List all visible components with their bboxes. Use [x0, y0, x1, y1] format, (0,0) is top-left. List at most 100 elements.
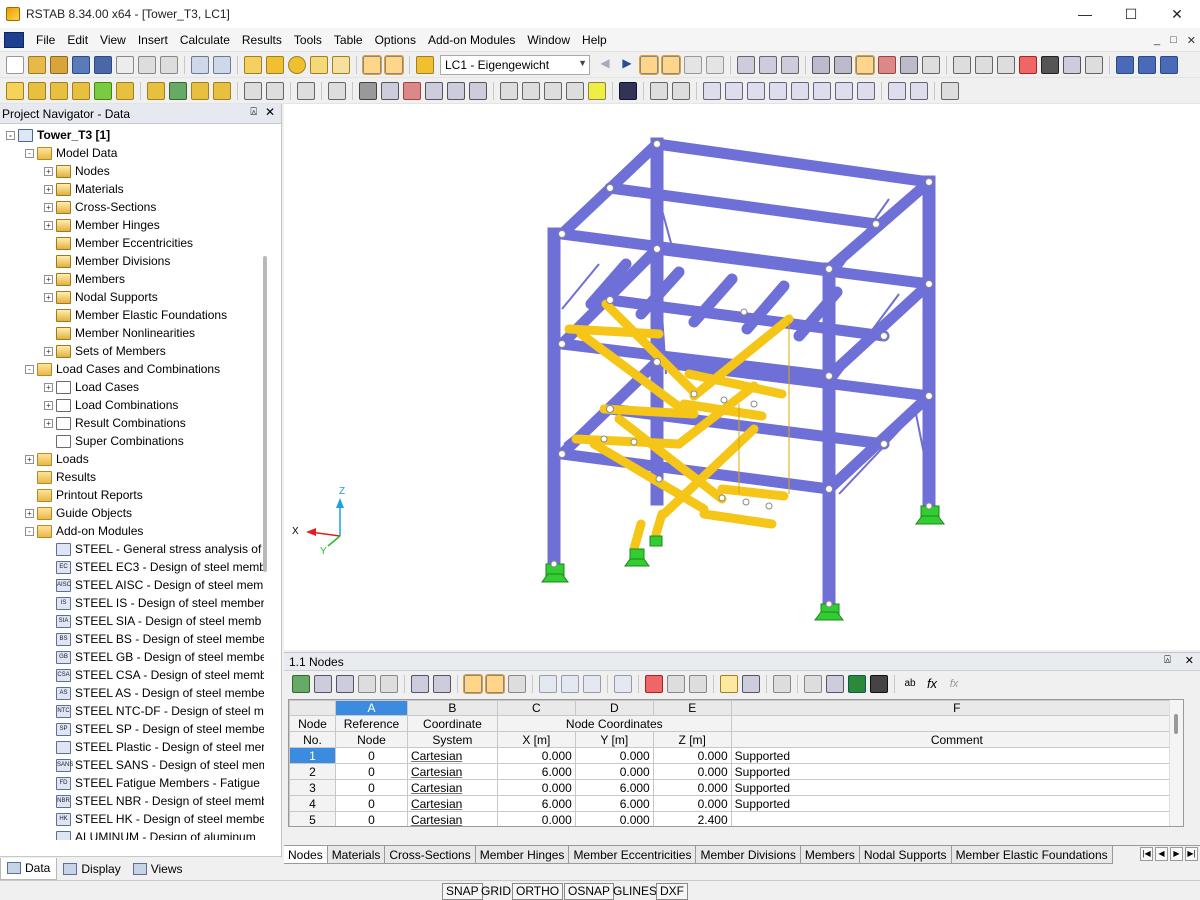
tree-item[interactable]: NTC STEEL NTC-DF - Design of steel m [44, 702, 264, 720]
y-coordinate-cell[interactable]: 0.000 [574, 811, 654, 826]
measure-icon[interactable] [922, 55, 940, 74]
tree-item[interactable]: Super Combinations [44, 432, 184, 450]
load-wizard-icon[interactable] [213, 81, 231, 100]
reference-node-cell[interactable]: 0 [334, 763, 408, 780]
result-diagram-icon[interactable] [888, 81, 906, 100]
table-sort-icon[interactable] [358, 675, 376, 693]
node-number-cell[interactable]: 3 [289, 779, 336, 796]
maximize-button[interactable]: ☐ [1108, 0, 1154, 28]
tab-data[interactable]: Data [0, 857, 58, 880]
node-number-cell[interactable]: 5 [289, 811, 336, 826]
menu-file[interactable]: File [30, 29, 61, 51]
tree-item[interactable]: Member Nonlinearities [44, 324, 195, 342]
grid-button[interactable]: GRID [477, 883, 515, 900]
reference-node-cell[interactable]: 0 [334, 779, 408, 796]
tree-item[interactable]: Printout Reports [25, 486, 143, 504]
result-vy-icon[interactable] [725, 81, 743, 100]
next-load-case-icon[interactable]: ▶ [618, 56, 636, 74]
tree-item[interactable]: + Nodes [44, 162, 110, 180]
osnap-button[interactable]: OSNAP [564, 883, 615, 900]
column-letter-c[interactable]: C [496, 700, 576, 716]
undo-icon[interactable] [191, 55, 209, 74]
model-grid-icon[interactable] [781, 55, 799, 74]
tree-item[interactable]: + Load Cases [44, 378, 139, 396]
table-row[interactable]: 1 0 Cartesian 0.000 0.000 0.000 Supported [289, 747, 1183, 764]
new-node-icon[interactable] [6, 81, 24, 100]
view-3d-icon[interactable] [359, 81, 377, 100]
navigator-scrollbar[interactable] [263, 256, 267, 572]
close-navigator-icon[interactable]: ✕ [265, 105, 275, 119]
tree-item[interactable]: IS STEEL IS - Design of steel member [44, 594, 264, 612]
column-letter-a[interactable]: A [334, 700, 408, 716]
table-edit-icon[interactable] [773, 675, 791, 693]
formula-icon[interactable]: fx [923, 675, 941, 693]
x-coordinate-cell[interactable]: 6.000 [496, 795, 576, 812]
menu-results[interactable]: Results [236, 29, 288, 51]
tree-item[interactable]: CSA STEEL CSA - Design of steel memb [44, 666, 264, 684]
node-number-cell[interactable]: 2 [289, 763, 336, 780]
z-coordinate-cell[interactable]: 0.000 [652, 779, 732, 796]
menu-calculate[interactable]: Calculate [174, 29, 236, 51]
tree-item[interactable]: STEEL - General stress analysis of s [44, 540, 264, 558]
ortho-button[interactable]: ORTHO [512, 883, 564, 900]
tree-item[interactable]: SIA STEEL SIA - Design of steel memb [44, 612, 261, 630]
result-my-icon[interactable] [791, 81, 809, 100]
z-coordinate-cell[interactable]: 0.000 [652, 763, 732, 780]
table-row[interactable]: 4 0 Cartesian 6.000 6.000 0.000 Supported [289, 795, 1183, 812]
result-n-icon[interactable] [703, 81, 721, 100]
sheet-tab-member-eccentricities[interactable]: Member Eccentricities [569, 846, 697, 864]
doc-close-button[interactable]: ✕ [1187, 34, 1196, 47]
display-options-icon[interactable] [588, 81, 606, 100]
save-all-icon[interactable] [72, 55, 90, 74]
structure-3d-view[interactable]: X Z Y [284, 104, 1200, 650]
tree-item[interactable]: NBR STEEL NBR - Design of steel memb [44, 792, 264, 810]
iso-view-icon[interactable] [425, 81, 443, 100]
sheet-tab-member-hinges[interactable]: Member Hinges [475, 846, 570, 864]
coordinate-system-cell[interactable]: Cartesian [406, 747, 498, 764]
print-icon[interactable] [138, 55, 156, 74]
expand-icon[interactable]: + [44, 184, 53, 194]
table-filter-icon[interactable] [380, 675, 398, 693]
dxf-button[interactable]: DXF [656, 883, 688, 900]
table-delete-row-icon[interactable] [561, 675, 579, 693]
hinge-icon[interactable] [116, 81, 134, 100]
select-icon[interactable] [900, 55, 918, 74]
table-row[interactable]: 2 0 Cartesian 6.000 0.000 0.000 Supported [289, 763, 1183, 780]
table-prev-icon[interactable] [411, 675, 429, 693]
excel-icon[interactable] [848, 675, 866, 693]
deformation-icon[interactable] [737, 55, 755, 74]
menu-view[interactable]: View [94, 29, 132, 51]
zoom-all-icon[interactable] [381, 81, 399, 100]
result-mz-icon[interactable] [813, 81, 831, 100]
y-coordinate-cell[interactable]: 6.000 [574, 795, 654, 812]
camera-icon[interactable] [1041, 55, 1059, 74]
member-load-icon[interactable] [169, 81, 187, 100]
y-coordinate-cell[interactable]: 0.000 [574, 747, 654, 764]
sheet-tab-cross-sections[interactable]: Cross-Sections [385, 846, 476, 864]
nodes-table[interactable]: A B C D E F Node Reference Coordinate No… [288, 699, 1184, 827]
menu-options[interactable]: Options [369, 29, 422, 51]
table-calculator-icon[interactable] [870, 675, 888, 693]
expand-icon[interactable]: + [44, 274, 53, 284]
save-icon[interactable] [94, 55, 112, 74]
tree-item[interactable]: GB STEEL GB - Design of steel membe [44, 648, 264, 666]
comment-cell[interactable]: Supported [730, 795, 1183, 812]
table-close-icon[interactable]: ✕ [1185, 654, 1194, 667]
export-icon[interactable] [1116, 55, 1134, 74]
minimize-button[interactable]: — [1062, 0, 1108, 28]
table-pin-icon[interactable]: ⍓ [1164, 654, 1171, 667]
column-letter-d[interactable]: D [574, 700, 654, 716]
menu-edit[interactable]: Edit [61, 29, 94, 51]
value-format-icon[interactable] [706, 55, 724, 74]
edit-icon[interactable] [244, 55, 262, 74]
open-project-icon[interactable] [50, 55, 68, 74]
table-export-excel-icon[interactable] [826, 675, 844, 693]
collapse-icon[interactable]: - [25, 148, 34, 158]
calculate-all-icon[interactable] [266, 55, 284, 74]
new-member-icon[interactable] [28, 81, 46, 100]
sheet-next-button[interactable]: ▶ [1170, 847, 1183, 861]
doc-restore-button[interactable]: □ [1170, 34, 1177, 46]
expand-icon[interactable]: + [44, 382, 53, 392]
print-graphic-icon[interactable] [160, 55, 178, 74]
reference-node-cell[interactable]: 0 [334, 747, 408, 764]
